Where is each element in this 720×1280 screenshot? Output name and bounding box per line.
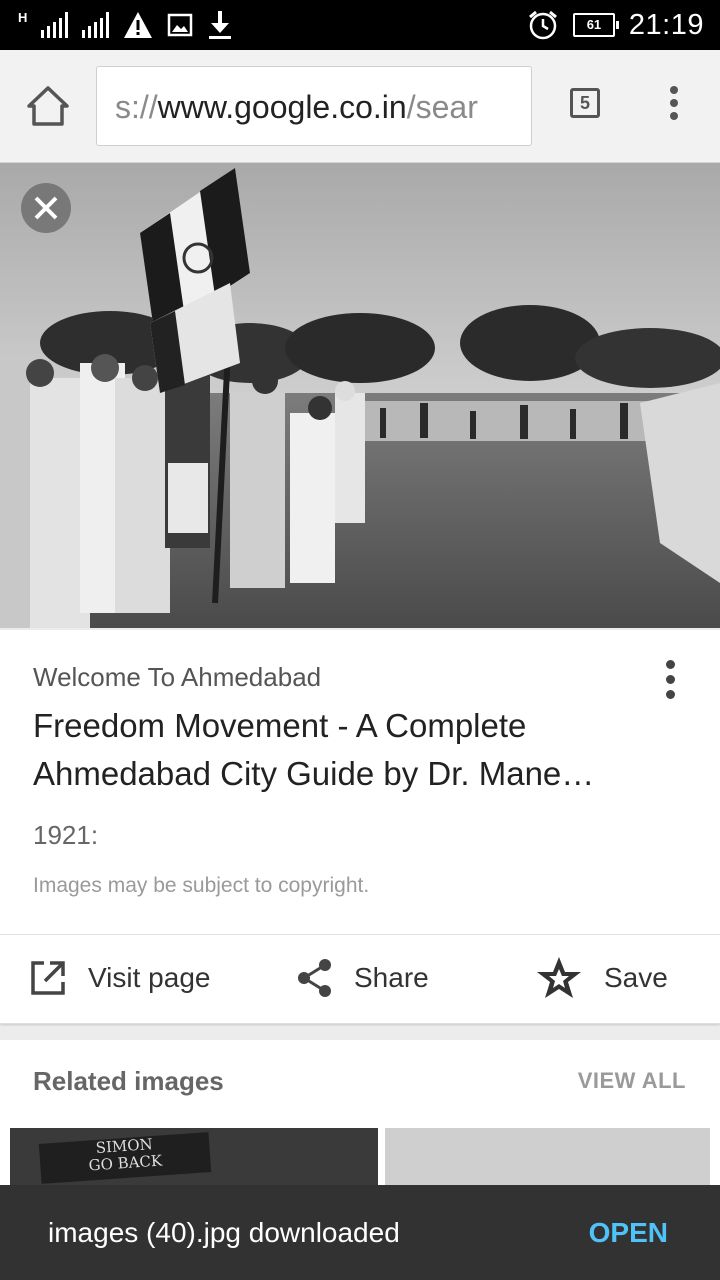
clock: 21:19 — [628, 8, 704, 41]
source-site[interactable]: Welcome To Ahmedabad — [33, 662, 321, 693]
url-text: s://www.google.co.in/sear — [115, 67, 478, 145]
url-host: www.google.co.in — [157, 89, 407, 125]
home-icon[interactable] — [26, 84, 70, 128]
overflow-menu-icon[interactable] — [660, 86, 688, 126]
signal-icon — [41, 12, 69, 38]
open-external-icon — [31, 961, 65, 995]
close-button[interactable] — [21, 183, 71, 233]
related-image-thumbnail[interactable]: SIMON GO BACK — [10, 1128, 378, 1188]
image-icon — [168, 13, 193, 37]
save-label: Save — [604, 962, 668, 993]
visit-page-button[interactable]: Visit page — [30, 948, 210, 1008]
share-label: Share — [354, 962, 429, 993]
save-button[interactable]: Save — [536, 948, 668, 1008]
related-images-title: Related images — [33, 1066, 224, 1096]
close-icon — [34, 196, 58, 220]
network-type: H — [18, 9, 28, 25]
photo-illustration — [0, 163, 720, 628]
thumbnail-banner-text: SIMON GO BACK — [38, 1132, 212, 1184]
url-scheme: s:// — [115, 89, 158, 125]
warning-icon — [124, 12, 153, 38]
preview-image — [0, 163, 720, 628]
share-icon — [298, 959, 331, 997]
star-icon — [537, 957, 581, 998]
battery-icon: 61 — [572, 13, 619, 37]
related-image-thumbnail-2[interactable] — [385, 1128, 710, 1188]
share-button[interactable]: Share — [296, 948, 429, 1008]
status-left: H — [18, 8, 233, 42]
copyright-notice: Images may be subject to copyright. — [33, 874, 370, 897]
snackbar-message: images (40).jpg downloaded — [48, 1217, 400, 1248]
status-bar: H 61 21:19 — [0, 0, 720, 50]
status-right: 61 21:19 — [527, 8, 704, 42]
url-path: /sear — [406, 89, 478, 125]
download-icon — [209, 11, 232, 39]
result-card: Welcome To Ahmedabad Freedom Movement - … — [0, 630, 720, 1024]
url-bar[interactable]: s://www.google.co.in/sear — [96, 66, 532, 146]
visit-page-label: Visit page — [88, 962, 211, 993]
signal-icon-2 — [82, 12, 110, 38]
download-snackbar: images (40).jpg downloaded OPEN — [0, 1185, 720, 1280]
card-more-options-icon[interactable] — [660, 660, 680, 704]
divider — [0, 934, 720, 935]
tab-switcher-button[interactable]: 5 — [570, 88, 600, 118]
view-all-link[interactable]: VIEW ALL — [578, 1068, 686, 1094]
alarm-icon — [528, 10, 557, 40]
open-button[interactable]: OPEN — [589, 1185, 668, 1280]
browser-toolbar: s://www.google.co.in/sear 5 — [0, 50, 720, 163]
result-title[interactable]: Freedom Movement - A Complete Ahmedabad … — [33, 702, 653, 798]
result-snippet: 1921: — [33, 820, 99, 850]
